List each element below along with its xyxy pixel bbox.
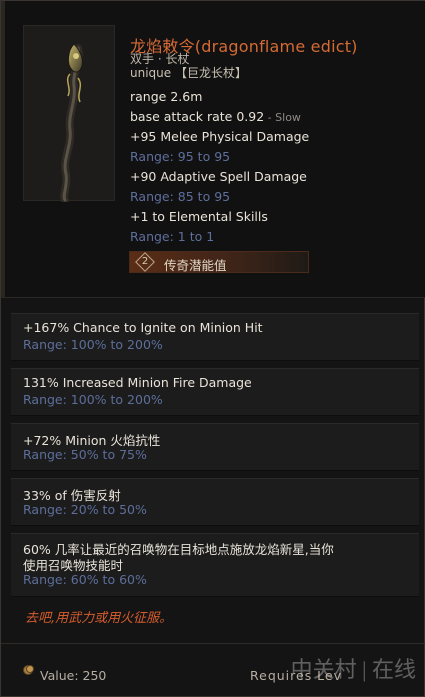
item-header-panel: 龙焰敕令(dragonflame edict) 双手 · 长杖 unique 【… bbox=[1, 1, 425, 298]
item-rarity: unique 【巨龙长杖】 bbox=[130, 66, 247, 80]
mod-4-range: Range: 20% to 50% bbox=[23, 502, 147, 517]
item-tooltip: 龙焰敕令(dragonflame edict) 双手 · 长杖 unique 【… bbox=[0, 0, 425, 697]
implicit-1-text: +95 Melee Physical Damage bbox=[130, 129, 310, 144]
implicit-2-text: +90 Adaptive Spell Damage bbox=[130, 169, 307, 184]
mod-5: 60% 几率让最近的召唤物在目标地点施放龙焰新星,当你 使用召唤物技能时 Ran… bbox=[11, 533, 419, 597]
lore-text: 去吧,用武力或用火征服。 bbox=[25, 611, 173, 626]
implicit-2-range: Range: 85 to 95 bbox=[130, 189, 231, 204]
implicit-1-range: Range: 95 to 95 bbox=[130, 149, 231, 164]
item-range: range 2.6m bbox=[130, 89, 203, 104]
mod-3-range: Range: 50% to 75% bbox=[23, 447, 147, 462]
implicit-3-text: +1 to Elemental Skills bbox=[130, 209, 268, 224]
item-value: Value: 250 bbox=[40, 668, 107, 683]
coin-icon bbox=[23, 665, 34, 675]
mod-2: 131% Increased Minion Fire Damage Range:… bbox=[11, 368, 419, 416]
attack-rate-line: base attack rate 0.92 - Slow bbox=[130, 109, 301, 124]
footer-divider bbox=[1, 643, 425, 644]
legendary-potential-button[interactable]: 2 传奇潜能值 bbox=[129, 251, 309, 273]
potential-label: 传奇潜能值 bbox=[164, 258, 227, 273]
mod-1: +167% Chance to Ignite on Minion Hit Ran… bbox=[11, 313, 419, 361]
mod-2-text: 131% Increased Minion Fire Damage bbox=[23, 375, 252, 390]
potential-count: 2 bbox=[141, 256, 149, 267]
mod-3: +72% Minion 火焰抗性 Range: 50% to 75% bbox=[11, 423, 419, 471]
mod-5-range: Range: 60% to 60% bbox=[23, 572, 147, 587]
attack-rate-suffix: - Slow bbox=[264, 111, 301, 124]
implicit-3-range: Range: 1 to 1 bbox=[130, 229, 215, 244]
staff-icon bbox=[60, 43, 83, 202]
mod-4: 33% of 伤害反射 Range: 20% to 50% bbox=[11, 478, 419, 526]
attack-rate: base attack rate 0.92 bbox=[130, 109, 265, 124]
item-image-frame bbox=[23, 25, 115, 202]
watermark: 中关村 | 在线 bbox=[290, 657, 416, 682]
mod-2-range: Range: 100% to 200% bbox=[23, 392, 163, 407]
mod-1-text: +167% Chance to Ignite on Minion Hit bbox=[23, 320, 263, 335]
mod-1-range: Range: 100% to 200% bbox=[23, 337, 163, 352]
